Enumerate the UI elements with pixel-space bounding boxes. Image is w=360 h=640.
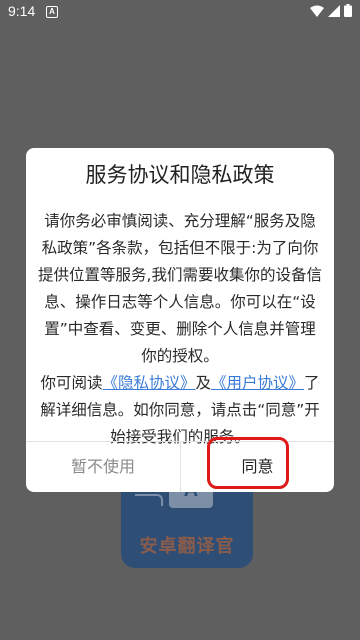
and-text: 及 (195, 374, 211, 392)
status-time: 9:14 (8, 3, 36, 19)
decline-button[interactable]: 暂不使用 (26, 441, 180, 492)
dialog-paragraph-2: 你可阅读《隐私协议》及《用户协议》了解详细信息。如你同意，请点击“同意”开始接受… (38, 370, 322, 451)
status-bar: 9:14 A (0, 0, 360, 24)
read-prefix-text: 你可阅读 (40, 374, 103, 392)
arrow-icon (135, 494, 163, 506)
battery-icon (344, 4, 352, 17)
signal-icon (328, 4, 340, 17)
dialog-paragraph-1: 请你务必审慎阅读、充分理解“服务及隐私政策”各条款，包括但不限于:为了向你提供位… (38, 212, 322, 365)
dialog-body: 请你务必审慎阅读、充分理解“服务及隐私政策”各条款，包括但不限于:为了向你提供位… (38, 208, 322, 451)
status-icons (310, 4, 352, 17)
agree-button[interactable]: 同意 (181, 441, 334, 492)
wifi-icon (310, 5, 324, 17)
app-brand-text: 安卓翻译官 (139, 536, 235, 557)
dialog-title: 服务协议和隐私政策 (85, 163, 275, 187)
user-agreement-link[interactable]: 《用户协议》 (211, 374, 304, 392)
notification-icon: A (46, 6, 58, 18)
privacy-policy-link[interactable]: 《隐私协议》 (102, 374, 195, 392)
privacy-dialog: 服务协议和隐私政策 请你务必审慎阅读、充分理解“服务及隐私政策”各条款，包括但不… (26, 148, 334, 492)
